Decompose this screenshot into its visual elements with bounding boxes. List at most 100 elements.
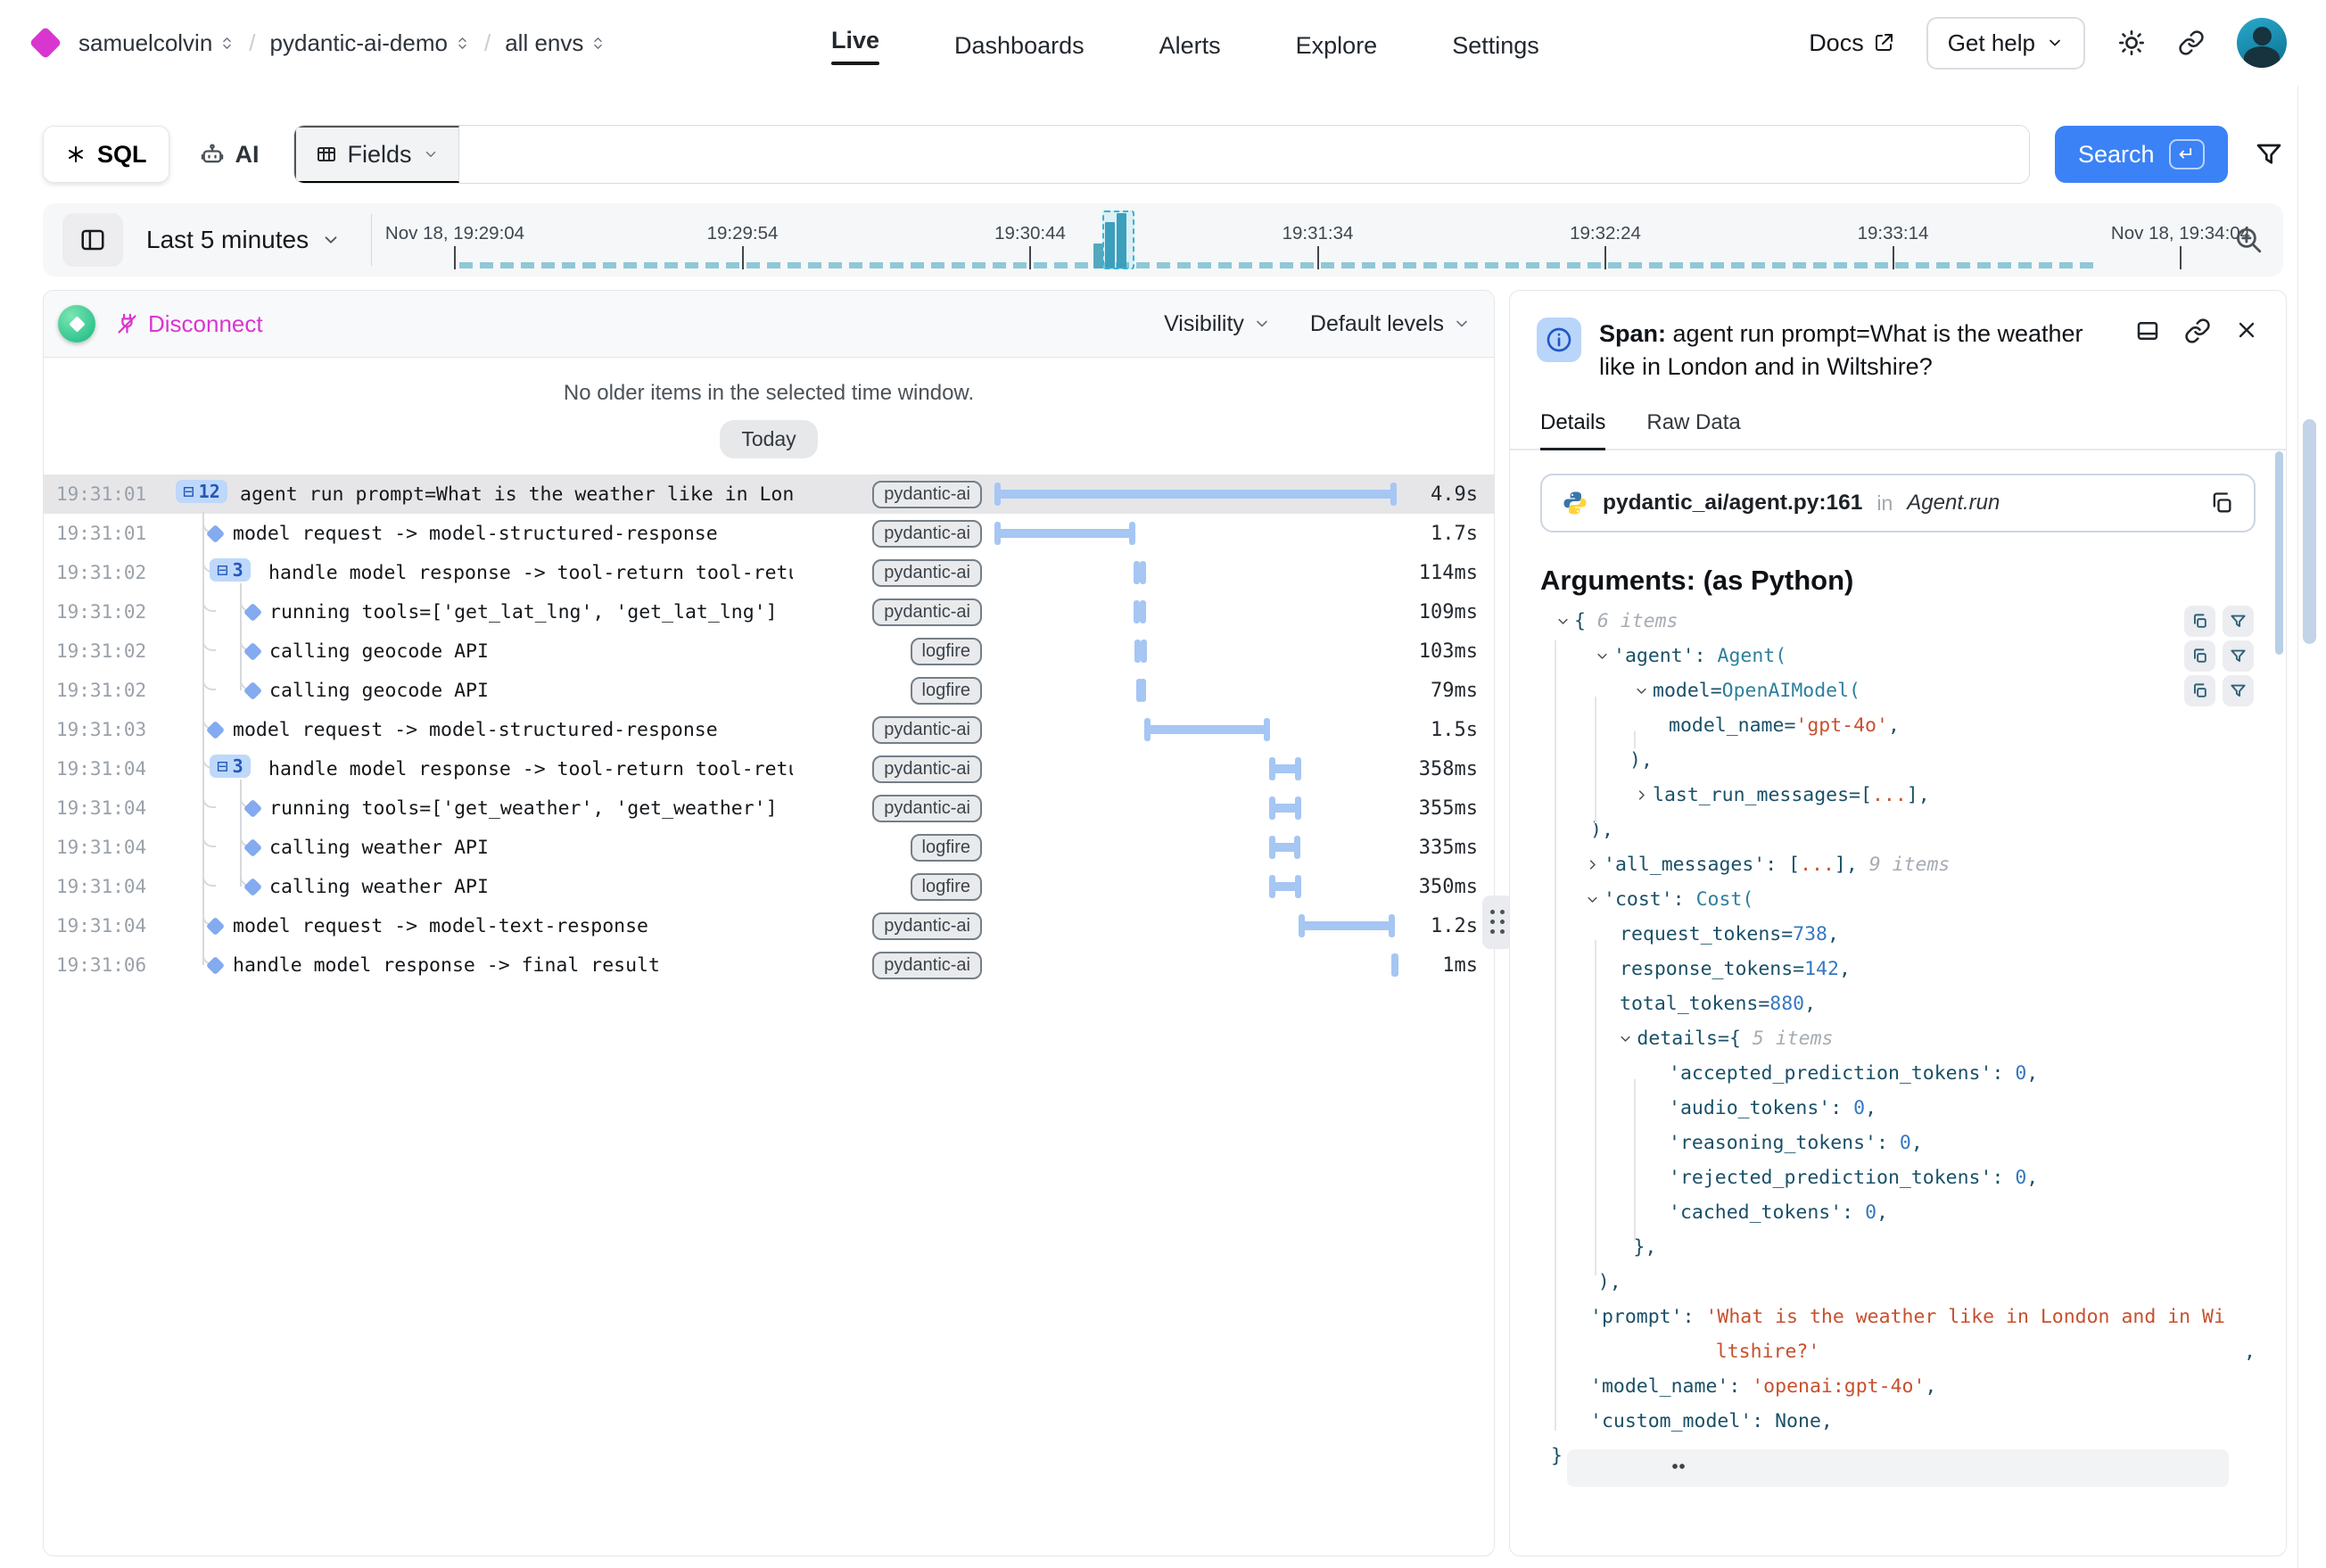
code-token: 'all_messages' (1604, 854, 1765, 876)
timeline-tick-mark (1893, 246, 1894, 269)
code-token: 'custom_model' (1590, 1410, 1752, 1432)
breadcrumb-org[interactable]: samuelcolvin (78, 29, 235, 57)
expand-collapse-arrow[interactable] (1580, 893, 1604, 906)
span-title-text: agent run prompt=What is the weather lik… (1599, 320, 2083, 380)
trace-bar-area (996, 867, 1395, 906)
code-token: : (1673, 888, 1696, 911)
page-scrollbar-thumb[interactable] (2303, 419, 2316, 644)
code-token: 142 (1804, 958, 1839, 980)
expand-collapse-arrow[interactable] (1629, 684, 1653, 697)
trace-row[interactable]: 19:31:04calling weather APIlogfire350ms (44, 867, 1494, 906)
trace-timestamp: 19:31:02 (56, 671, 146, 710)
chevron-down-icon (1253, 315, 1271, 333)
disconnect-button[interactable]: Disconnect (115, 310, 263, 338)
share-link-button[interactable] (2178, 29, 2205, 56)
panel-resize-handle[interactable] (1482, 895, 1513, 949)
tree-guide-line (240, 780, 242, 887)
trace-bar-area (996, 828, 1395, 867)
trace-duration: 335ms (1419, 828, 1478, 867)
chevron-down-icon (2046, 34, 2064, 52)
detail-scrollbar-thumb[interactable] (2275, 451, 2283, 655)
visibility-dropdown[interactable]: Visibility (1164, 311, 1271, 337)
nav-item-explore[interactable]: Explore (1296, 27, 1378, 60)
close-panel-button[interactable] (2234, 318, 2259, 384)
logfire-logo-icon[interactable] (29, 27, 62, 60)
trace-label: model request -> model-structured-respon… (233, 514, 793, 553)
expand-collapse-arrow[interactable] (1551, 615, 1574, 628)
code-line: ), (1540, 1265, 2256, 1300)
expand-expand-arrow[interactable] (1629, 788, 1653, 802)
collapse-count-badge[interactable]: ⊟3 (210, 558, 251, 582)
trace-tag: pydantic-ai (804, 788, 982, 828)
collapse-count-badge[interactable]: ⊟12 (176, 480, 227, 503)
timeline-selection[interactable] (1102, 210, 1134, 269)
collapsed-section[interactable] (1567, 1449, 2229, 1487)
timeline-ruler[interactable]: Nov 18, 19:29:0419:29:5419:30:4419:31:34… (43, 203, 2283, 276)
search-input[interactable] (459, 126, 2029, 183)
copy-link-button[interactable] (2184, 318, 2211, 384)
trace-bar-area (996, 945, 1395, 985)
filter-button[interactable] (2255, 140, 2283, 169)
tab-raw-data[interactable]: Raw Data (1646, 410, 1740, 449)
trace-row[interactable]: 19:31:02calling geocode APIlogfire103ms (44, 631, 1494, 671)
code-indent-guide (1595, 940, 1596, 1275)
user-avatar[interactable] (2237, 18, 2287, 68)
code-token: 'What is the weather like in London and … (1705, 1306, 2224, 1328)
search-button[interactable]: Search ↵ (2055, 126, 2228, 183)
filter-by-value-button[interactable] (2223, 606, 2254, 637)
copy-value-button[interactable] (2184, 606, 2215, 637)
nav-item-live[interactable]: Live (831, 21, 879, 65)
default-levels-dropdown[interactable]: Default levels (1310, 311, 1471, 337)
timeline-zoom-button[interactable] (2233, 225, 2264, 255)
trace-row[interactable]: 19:31:06handle model response -> final r… (44, 945, 1494, 985)
tab-details[interactable]: Details (1540, 410, 1605, 450)
expand-collapse-arrow[interactable] (1590, 649, 1613, 663)
nav-item-alerts[interactable]: Alerts (1159, 27, 1221, 60)
trace-row[interactable]: 19:31:04running tools=['get_weather', 'g… (44, 788, 1494, 828)
source-location-card[interactable]: pydantic_ai/agent.py:161 in Agent.run (1540, 474, 2256, 532)
filter-by-value-button[interactable] (2223, 675, 2254, 706)
nav-item-dashboards[interactable]: Dashboards (954, 27, 1085, 60)
sql-mode-button[interactable]: SQL (43, 126, 169, 183)
trace-row[interactable]: 19:31:02running tools=['get_lat_lng', 'g… (44, 592, 1494, 631)
live-panel-controls: Visibility Default levels (1164, 311, 1471, 337)
ai-mode-button[interactable]: AI (180, 126, 279, 183)
trace-tag: pydantic-ai (804, 945, 982, 985)
copy-value-button[interactable] (2184, 640, 2215, 672)
copy-source-button[interactable] (2209, 491, 2234, 516)
docs-link[interactable]: Docs (1809, 29, 1894, 57)
trace-row[interactable]: 19:31:04calling weather APIlogfire335ms (44, 828, 1494, 867)
theme-toggle-button[interactable] (2117, 29, 2146, 57)
filter-by-value-button[interactable] (2223, 640, 2254, 672)
trace-row[interactable]: 19:31:01⊟12agent run prompt=What is the … (44, 475, 1494, 514)
copy-value-button[interactable] (2184, 675, 2215, 706)
code-token: 738 (1793, 923, 1827, 945)
trace-duration: 79ms (1431, 671, 1478, 710)
breadcrumb-env[interactable]: all envs (505, 29, 606, 57)
today-button[interactable]: Today (720, 420, 817, 458)
collapse-count-badge[interactable]: ⊟3 (210, 755, 251, 778)
arguments-code: { 6 items'agent': Agent(model=OpenAIMode… (1540, 604, 2256, 1496)
trace-tag: logfire (804, 631, 982, 671)
plug-off-icon (115, 312, 139, 336)
trace-row[interactable]: 19:31:04model request -> model-text-resp… (44, 906, 1494, 945)
code-token: , (2244, 1341, 2256, 1363)
expand-expand-arrow[interactable] (1580, 858, 1604, 871)
fields-dropdown-button[interactable]: Fields (294, 126, 459, 183)
trace-timestamp: 19:31:01 (56, 514, 146, 553)
nav-item-settings[interactable]: Settings (1452, 27, 1539, 60)
duration-bar (1271, 804, 1299, 813)
timeline-tick-mark (1604, 246, 1606, 269)
trace-row[interactable]: 19:31:03model request -> model-structure… (44, 710, 1494, 749)
breadcrumb-project[interactable]: pydantic-ai-demo (270, 29, 470, 57)
trace-row[interactable]: 19:31:01 model request -> model-structure… (44, 514, 1494, 553)
trace-row[interactable]: 19:31:02calling geocode APIlogfire79ms (44, 671, 1494, 710)
trace-row[interactable]: 19:31:02⊟3handle model response -> tool-… (44, 553, 1494, 592)
code-indent-guide (1595, 697, 1596, 823)
visibility-label: Visibility (1164, 311, 1244, 337)
code-token: 6 items (1597, 610, 1679, 632)
dock-panel-button[interactable] (2134, 318, 2161, 384)
trace-row[interactable]: 19:31:04⊟3handle model response -> tool-… (44, 749, 1494, 788)
get-help-button[interactable]: Get help (1926, 17, 2085, 70)
expand-collapse-arrow[interactable] (1613, 1032, 1637, 1045)
